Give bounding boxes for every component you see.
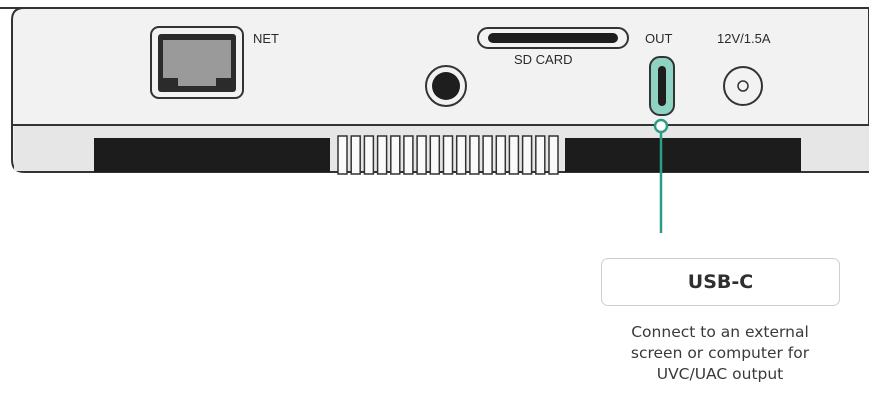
vent-slot: [376, 135, 388, 175]
vent-slot: [482, 135, 493, 175]
right-foot-bar: [565, 138, 801, 172]
sd-card-slot-icon: [477, 27, 629, 49]
usb-c-port-icon: [649, 56, 675, 116]
vent-slot: [495, 135, 507, 175]
vent-slot: [403, 135, 414, 175]
callout-description-line: Connect to an external: [631, 323, 809, 341]
vent-slot: [390, 135, 401, 175]
vent-slot: [455, 135, 467, 175]
power-jack-icon: [723, 66, 763, 106]
ethernet-port-icon: [150, 26, 244, 99]
out-port-label: OUT: [645, 31, 673, 46]
callout-anchor-dot: [653, 118, 669, 134]
vent-slot: [337, 135, 348, 175]
left-foot-bar: [94, 138, 330, 172]
vent-slot: [350, 135, 361, 175]
power-port-label: 12V/1.5A: [717, 31, 771, 46]
usb-c-callout-box: USB-C: [601, 258, 840, 306]
vent-slot: [521, 135, 533, 175]
vent-slot: [535, 135, 546, 175]
sd-card-label: SD CARD: [514, 52, 573, 67]
vent-slot: [548, 135, 559, 175]
vent-slot: [429, 135, 441, 175]
vent-slot: [442, 135, 454, 175]
callout-title: USB-C: [687, 271, 754, 293]
net-port-label: NET: [253, 31, 279, 46]
vent-slot: [508, 135, 520, 175]
callout-description-line: UVC/UAC output: [656, 365, 784, 383]
vent-slot: [469, 135, 480, 175]
audio-jack-icon: [425, 65, 467, 107]
vent-grille: [337, 135, 559, 175]
vent-slot: [416, 135, 427, 175]
vent-slot: [363, 135, 375, 175]
callout-description-line: screen or computer for: [630, 344, 810, 362]
callout-description: Connect to an external screen or compute…: [585, 322, 855, 385]
